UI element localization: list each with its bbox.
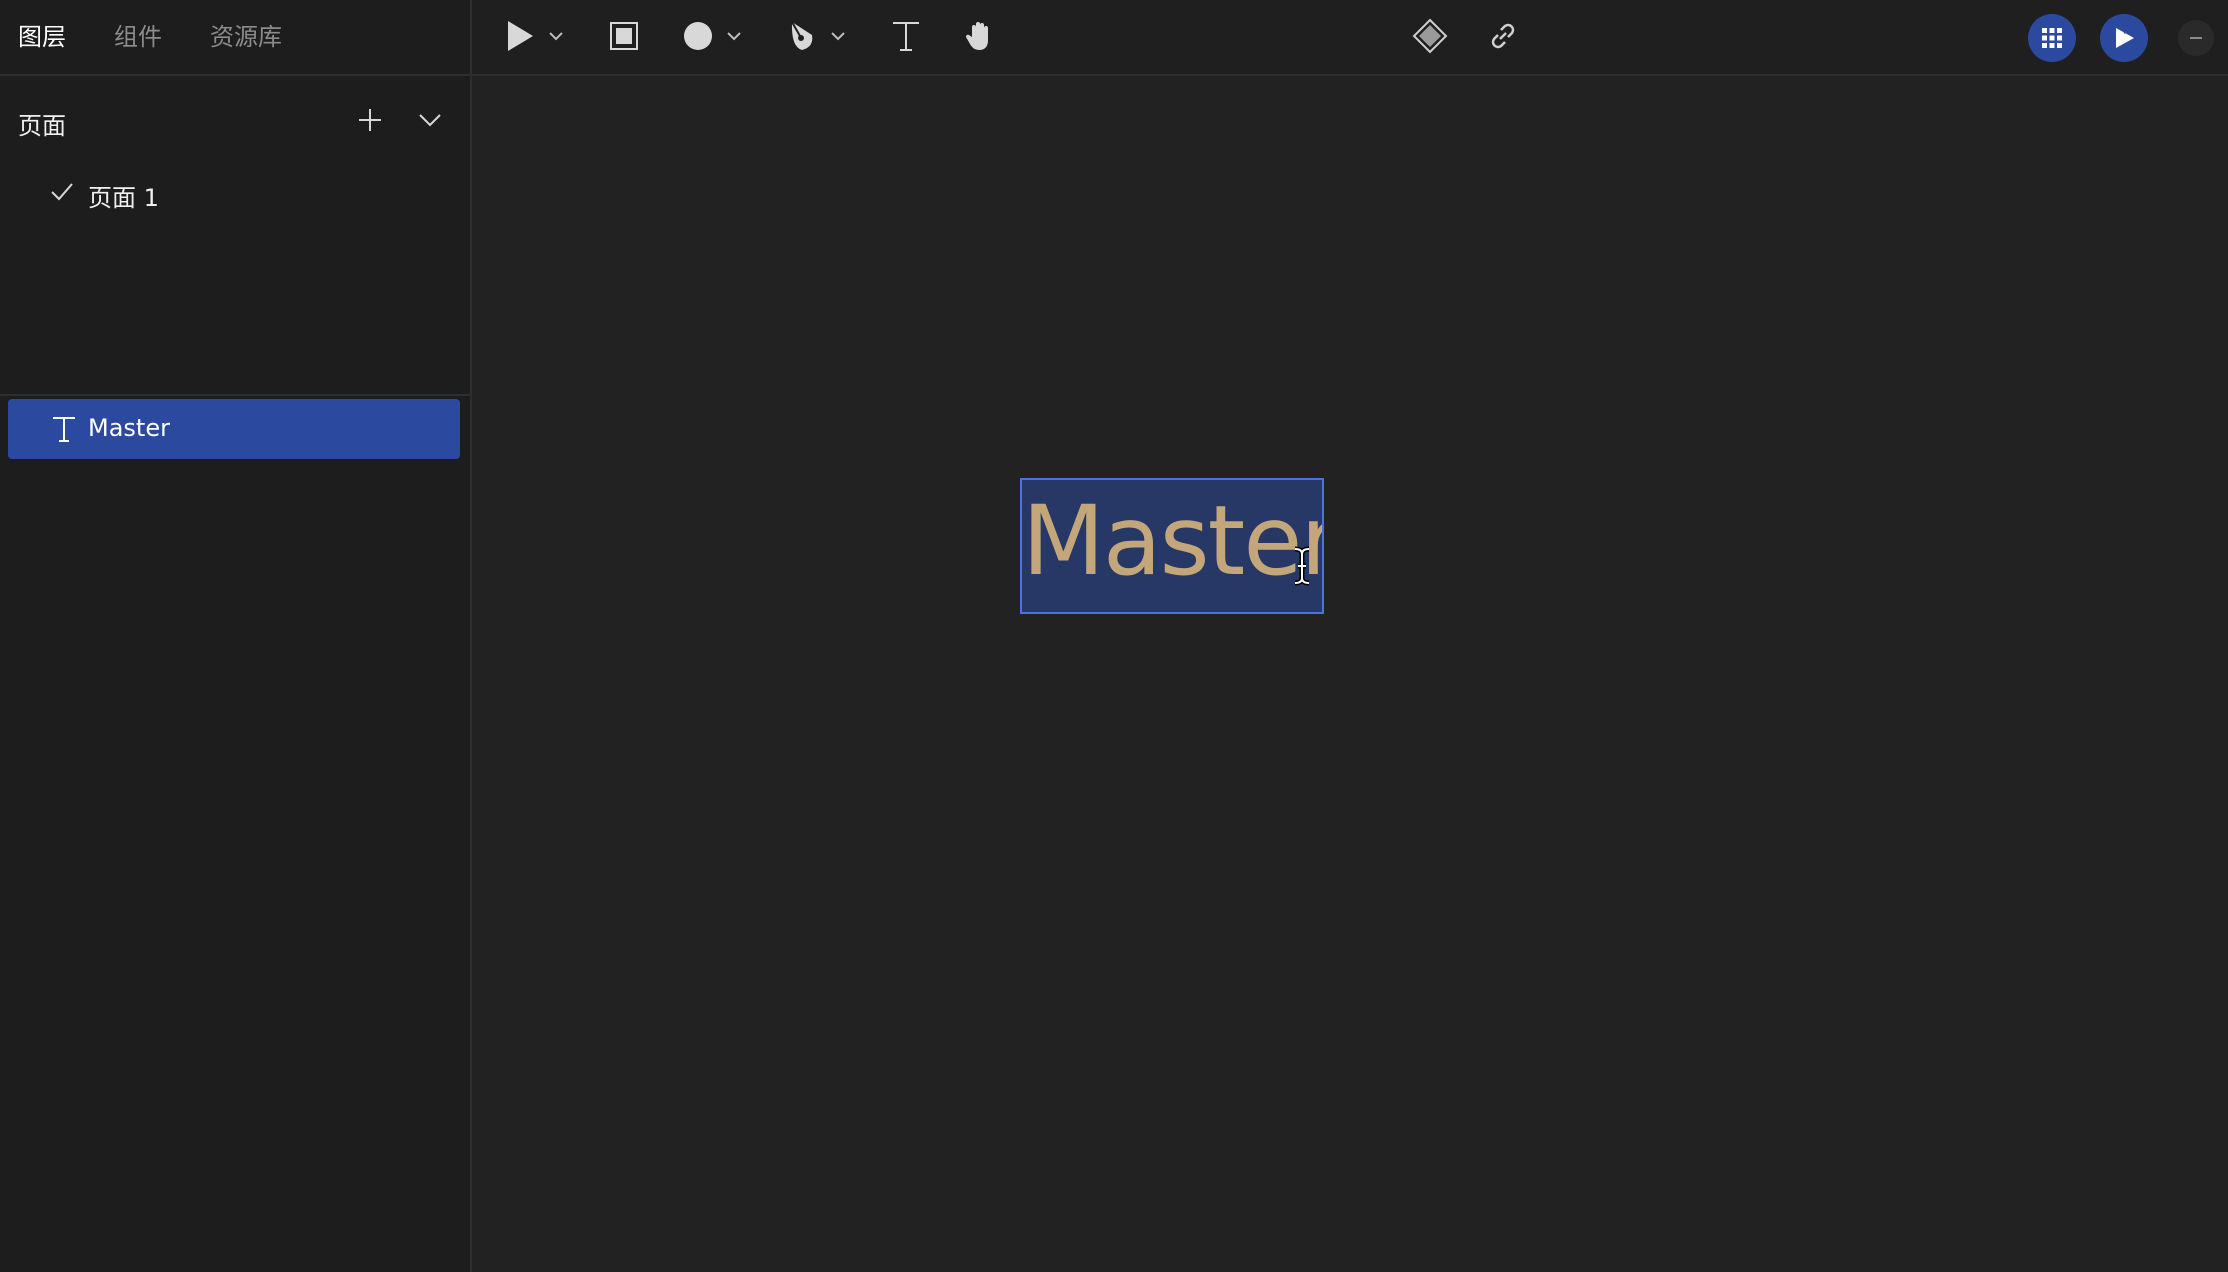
check-icon [51, 183, 73, 201]
hand-icon [965, 22, 988, 50]
plus-icon [359, 109, 381, 131]
minus-icon [2190, 37, 2202, 39]
layer-item-master[interactable]: Master [8, 399, 460, 459]
grid-icon [2042, 28, 2062, 48]
play-icon [2116, 28, 2134, 48]
frame-tool[interactable] [608, 16, 640, 56]
pages-header: 页面 [0, 76, 470, 168]
grid-menu-button[interactable] [2028, 14, 2076, 62]
page-item-label: 页面 1 [88, 184, 159, 212]
canvas-text-master[interactable]: Master [1022, 486, 1322, 597]
page-item[interactable]: 页面 1 [0, 168, 470, 220]
pen-icon [791, 21, 813, 50]
link-tool[interactable] [1486, 16, 1520, 56]
text-icon [893, 22, 919, 51]
chevron-down-icon [831, 32, 845, 41]
text-tool[interactable] [890, 16, 922, 56]
pen-tool[interactable] [786, 16, 848, 56]
design-canvas[interactable]: Master [472, 76, 2228, 1272]
tab-assets[interactable]: 资源库 [210, 25, 282, 49]
frame-icon [610, 22, 638, 50]
chevron-down-icon [549, 32, 563, 41]
selected-text-frame[interactable]: Master [1020, 478, 1324, 614]
text-cursor-icon [1294, 546, 1310, 586]
pointer-icon [508, 21, 533, 51]
text-layer-icon [53, 417, 75, 442]
link-icon [1491, 23, 1515, 49]
ellipse-icon [684, 22, 712, 50]
preview-button[interactable] [2100, 14, 2148, 62]
left-sidebar: 图层 组件 资源库 页面 页面 1 Master [0, 0, 472, 1272]
select-tool[interactable] [504, 16, 566, 56]
top-toolbar [472, 0, 2228, 76]
shape-tool[interactable] [682, 16, 744, 56]
tab-components[interactable]: 组件 [114, 25, 162, 49]
pages-title: 页面 [18, 112, 66, 140]
more-button[interactable] [2178, 20, 2214, 56]
chevron-down-icon [419, 114, 441, 127]
section-divider [0, 394, 470, 396]
add-page-button[interactable] [350, 100, 390, 140]
sidebar-tabs: 图层 组件 资源库 [0, 0, 470, 76]
chevron-down-icon [727, 32, 741, 41]
component-tool[interactable] [1412, 16, 1448, 56]
tab-layers[interactable]: 图层 [18, 25, 66, 49]
collapse-pages-button[interactable] [410, 100, 450, 140]
diamond-icon [1412, 18, 1448, 54]
layer-item-label: Master [88, 414, 170, 442]
design-app: 图层 组件 资源库 页面 页面 1 Master Master [0, 0, 2228, 1272]
hand-tool[interactable] [964, 16, 996, 56]
